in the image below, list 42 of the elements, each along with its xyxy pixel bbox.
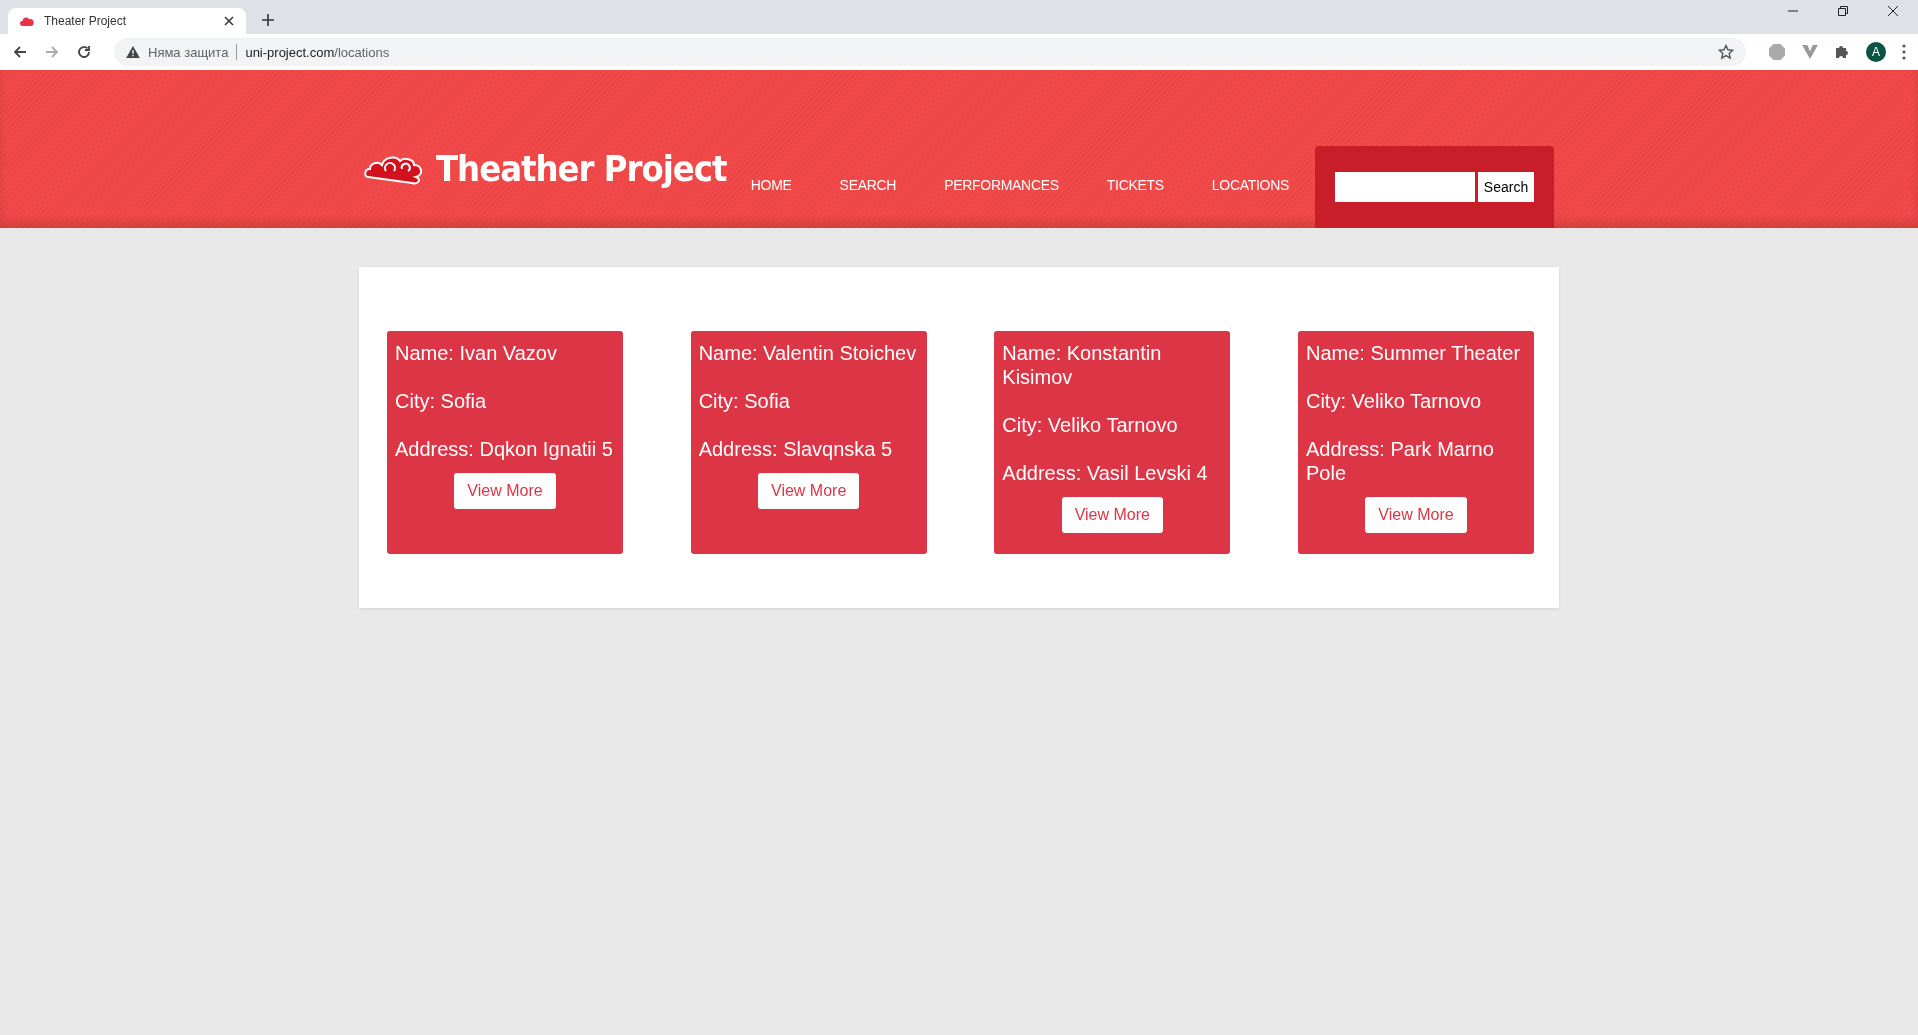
location-city: City: Veliko Tarnovo — [1305, 389, 1482, 413]
plus-icon[interactable] — [262, 14, 274, 26]
location-address: Address: Dqkon Ignatii 5 — [395, 437, 613, 461]
more-icon[interactable] — [1902, 44, 1906, 60]
location-name: Name: Valentin Stoichev — [698, 341, 917, 365]
location-city: City: Veliko Tarnovo — [1002, 413, 1178, 437]
v-icon[interactable] — [1802, 45, 1818, 59]
tab-title: Theater Project — [44, 14, 128, 28]
view-more-button[interactable]: View More — [758, 473, 860, 509]
nav-link[interactable]: LOCATIONS — [1211, 177, 1289, 193]
location-city: City: Sofia — [395, 389, 487, 413]
restore-icon[interactable] — [1837, 5, 1849, 17]
location-name: Name: Konstantin Kisimov — [1002, 341, 1163, 389]
browser-tab[interactable]: Theater Project — [8, 8, 246, 34]
warning-icon — [126, 46, 140, 58]
cloud-icon — [20, 15, 34, 27]
star-icon[interactable] — [1718, 44, 1734, 60]
view-more-button[interactable]: View More — [1061, 497, 1163, 533]
close-icon[interactable] — [1887, 5, 1899, 17]
view-more-button[interactable]: View More — [1365, 497, 1467, 533]
puzzle-icon[interactable] — [1834, 44, 1850, 60]
profile-avatar[interactable]: A — [1866, 42, 1886, 62]
security-label: Няма защита — [148, 44, 229, 60]
location-address: Address: Slavqnska 5 — [698, 437, 893, 461]
reload-icon[interactable] — [76, 44, 92, 60]
nav-link[interactable]: SEARCH — [839, 177, 897, 193]
view-more-button[interactable]: View More — [454, 473, 556, 509]
search-button[interactable]: Search — [1477, 172, 1535, 202]
location-name: Name: Summer Theater — [1305, 341, 1521, 365]
back-icon[interactable] — [12, 44, 28, 60]
close-icon[interactable] — [224, 16, 234, 26]
site-logo[interactable]: Theather Project — [364, 131, 727, 206]
location-city: City: Sofia — [698, 389, 790, 413]
search-field[interactable] — [1334, 172, 1475, 202]
nav-link[interactable]: TICKETS — [1106, 177, 1164, 193]
location-address: Address: Vasil Levski 4 — [1002, 461, 1208, 485]
address-bar[interactable]: Няма защита uni-project.com/locations — [114, 38, 1746, 66]
location-address: Address: Park Marno Pole — [1305, 437, 1495, 485]
nav-link[interactable]: PERFORMANCES — [944, 177, 1059, 193]
nav-link[interactable]: HOME — [750, 177, 792, 193]
url-text: uni-project.com/locations — [245, 44, 390, 60]
location-name: Name: Ivan Vazov — [395, 341, 557, 365]
